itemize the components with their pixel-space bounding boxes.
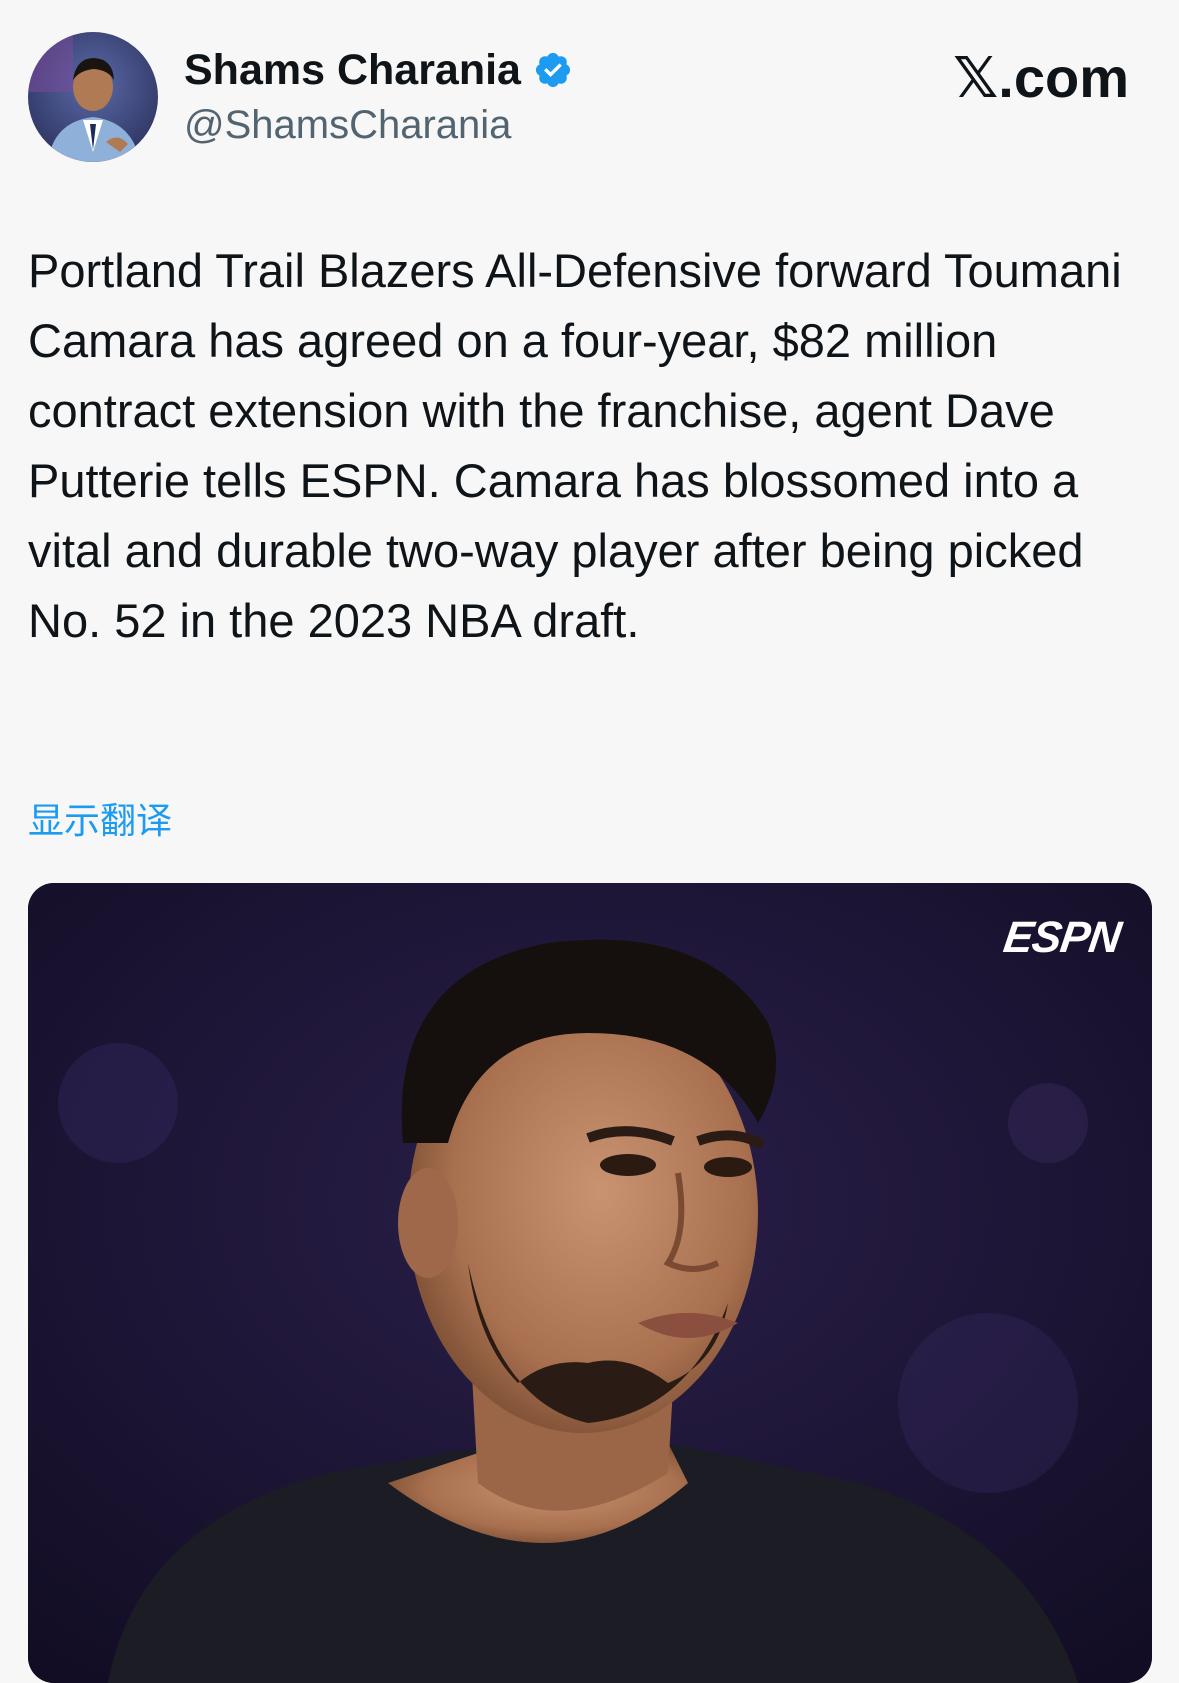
verified-badge-icon [535, 52, 571, 88]
avatar-photo [28, 32, 158, 162]
espn-watermark: ESPN [1000, 913, 1124, 962]
author-name[interactable]: Shams Charania [184, 44, 521, 96]
tweet-media-image[interactable]: ESPN [28, 883, 1152, 1683]
tweet-text: Portland Trail Blazers All-Defensive for… [28, 244, 1122, 647]
author-avatar[interactable] [28, 32, 158, 162]
show-translation-link[interactable]: 显示翻译 [28, 800, 172, 844]
player-photo [28, 883, 1152, 1683]
author-name-row[interactable]: Shams Charania [184, 44, 573, 96]
author-handle[interactable]: @ShamsCharania [184, 100, 511, 150]
x-brand-logo: 𝕏.com [953, 46, 1129, 109]
